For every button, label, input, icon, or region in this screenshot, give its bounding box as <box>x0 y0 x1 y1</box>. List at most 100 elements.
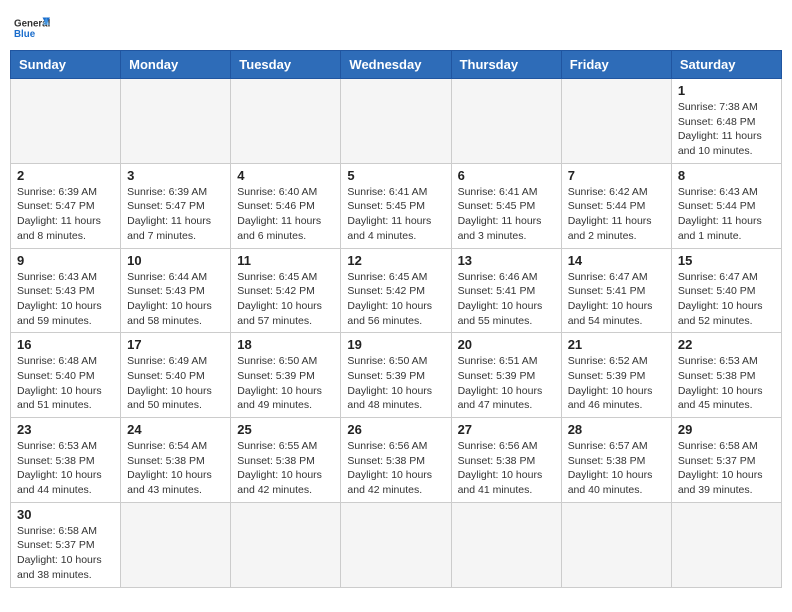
day-info: Sunrise: 6:53 AM Sunset: 5:38 PM Dayligh… <box>17 439 114 498</box>
day-info: Sunrise: 6:54 AM Sunset: 5:38 PM Dayligh… <box>127 439 224 498</box>
generalblue-logo-icon: General Blue <box>14 14 50 42</box>
day-info: Sunrise: 6:56 AM Sunset: 5:38 PM Dayligh… <box>347 439 444 498</box>
calendar-cell-9: 9 Sunrise: 6:43 AM Sunset: 5:43 PM Daylig… <box>11 248 121 333</box>
day-info: Sunrise: 6:49 AM Sunset: 5:40 PM Dayligh… <box>127 354 224 413</box>
calendar-cell-19: 19 Sunrise: 6:50 AM Sunset: 5:39 PM Dayli… <box>341 333 451 418</box>
day-info: Sunrise: 6:57 AM Sunset: 5:38 PM Dayligh… <box>568 439 665 498</box>
day-number: 23 <box>17 422 114 437</box>
day-info: Sunrise: 6:53 AM Sunset: 5:38 PM Dayligh… <box>678 354 775 413</box>
day-info: Sunrise: 6:52 AM Sunset: 5:39 PM Dayligh… <box>568 354 665 413</box>
day-number: 5 <box>347 168 444 183</box>
day-number: 6 <box>458 168 555 183</box>
calendar-cell-empty <box>561 79 671 164</box>
day-number: 27 <box>458 422 555 437</box>
calendar-cell-empty <box>451 79 561 164</box>
calendar-cell-30: 30Sunrise: 6:58 AM Sunset: 5:37 PM Dayli… <box>11 502 121 587</box>
calendar-cell-3: 3 Sunrise: 6:39 AM Sunset: 5:47 PM Daylig… <box>121 163 231 248</box>
day-number: 14 <box>568 253 665 268</box>
day-info: Sunrise: 6:51 AM Sunset: 5:39 PM Dayligh… <box>458 354 555 413</box>
calendar-cell-empty <box>561 502 671 587</box>
day-info: Sunrise: 6:41 AM Sunset: 5:45 PM Dayligh… <box>458 185 555 244</box>
calendar-cell-17: 17 Sunrise: 6:49 AM Sunset: 5:40 PM Dayli… <box>121 333 231 418</box>
day-info: Sunrise: 6:47 AM Sunset: 5:41 PM Dayligh… <box>568 270 665 329</box>
day-info: Sunrise: 6:42 AM Sunset: 5:44 PM Dayligh… <box>568 185 665 244</box>
day-number: 20 <box>458 337 555 352</box>
day-number: 1 <box>678 83 775 98</box>
day-number: 21 <box>568 337 665 352</box>
calendar-cell-4: 4 Sunrise: 6:40 AM Sunset: 5:46 PM Daylig… <box>231 163 341 248</box>
day-info: Sunrise: 6:40 AM Sunset: 5:46 PM Dayligh… <box>237 185 334 244</box>
day-info: Sunrise: 6:46 AM Sunset: 5:41 PM Dayligh… <box>458 270 555 329</box>
day-number: 9 <box>17 253 114 268</box>
calendar-cell-23: 23 Sunrise: 6:53 AM Sunset: 5:38 PM Dayli… <box>11 418 121 503</box>
calendar-cell-7: 7 Sunrise: 6:42 AM Sunset: 5:44 PM Daylig… <box>561 163 671 248</box>
day-info: Sunrise: 6:43 AM Sunset: 5:44 PM Dayligh… <box>678 185 775 244</box>
day-number: 7 <box>568 168 665 183</box>
weekday-header-friday: Friday <box>561 51 671 79</box>
logo: General Blue <box>14 14 50 42</box>
day-number: 4 <box>237 168 334 183</box>
calendar-cell-empty <box>231 502 341 587</box>
calendar-cell-29: 29Sunrise: 6:58 AM Sunset: 5:37 PM Dayli… <box>671 418 781 503</box>
day-number: 26 <box>347 422 444 437</box>
calendar-cell-empty <box>671 502 781 587</box>
day-info: Sunrise: 6:39 AM Sunset: 5:47 PM Dayligh… <box>127 185 224 244</box>
day-info: Sunrise: 6:55 AM Sunset: 5:38 PM Dayligh… <box>237 439 334 498</box>
calendar-cell-empty <box>121 79 231 164</box>
day-number: 16 <box>17 337 114 352</box>
day-number: 13 <box>458 253 555 268</box>
header: General Blue <box>10 10 782 42</box>
calendar-cell-21: 21 Sunrise: 6:52 AM Sunset: 5:39 PM Dayli… <box>561 333 671 418</box>
calendar-cell-empty <box>11 79 121 164</box>
calendar-cell-22: 22 Sunrise: 6:53 AM Sunset: 5:38 PM Dayli… <box>671 333 781 418</box>
day-info: Sunrise: 6:43 AM Sunset: 5:43 PM Dayligh… <box>17 270 114 329</box>
calendar-table: SundayMondayTuesdayWednesdayThursdayFrid… <box>10 50 782 588</box>
calendar-cell-14: 14 Sunrise: 6:47 AM Sunset: 5:41 PM Dayli… <box>561 248 671 333</box>
calendar-cell-27: 27Sunrise: 6:56 AM Sunset: 5:38 PM Dayli… <box>451 418 561 503</box>
calendar-cell-8: 8Sunrise: 6:43 AM Sunset: 5:44 PM Daylig… <box>671 163 781 248</box>
day-info: Sunrise: 6:45 AM Sunset: 5:42 PM Dayligh… <box>237 270 334 329</box>
day-info: Sunrise: 6:50 AM Sunset: 5:39 PM Dayligh… <box>237 354 334 413</box>
day-info: Sunrise: 6:58 AM Sunset: 5:37 PM Dayligh… <box>17 524 114 583</box>
calendar-cell-empty <box>341 79 451 164</box>
calendar-cell-1: 1 Sunrise: 7:38 AM Sunset: 6:48 PM Daylig… <box>671 79 781 164</box>
calendar-week-row-2: 2 Sunrise: 6:39 AM Sunset: 5:47 PM Daylig… <box>11 163 782 248</box>
day-info: Sunrise: 7:38 AM Sunset: 6:48 PM Dayligh… <box>678 100 775 159</box>
day-number: 25 <box>237 422 334 437</box>
calendar-cell-18: 18Sunrise: 6:50 AM Sunset: 5:39 PM Dayli… <box>231 333 341 418</box>
day-info: Sunrise: 6:39 AM Sunset: 5:47 PM Dayligh… <box>17 185 114 244</box>
calendar-cell-2: 2 Sunrise: 6:39 AM Sunset: 5:47 PM Daylig… <box>11 163 121 248</box>
weekday-header-sunday: Sunday <box>11 51 121 79</box>
calendar-cell-20: 20 Sunrise: 6:51 AM Sunset: 5:39 PM Dayli… <box>451 333 561 418</box>
calendar-cell-11: 11Sunrise: 6:45 AM Sunset: 5:42 PM Dayli… <box>231 248 341 333</box>
weekday-header-thursday: Thursday <box>451 51 561 79</box>
calendar-week-row-1: 1 Sunrise: 7:38 AM Sunset: 6:48 PM Daylig… <box>11 79 782 164</box>
day-info: Sunrise: 6:45 AM Sunset: 5:42 PM Dayligh… <box>347 270 444 329</box>
weekday-header-row: SundayMondayTuesdayWednesdayThursdayFrid… <box>11 51 782 79</box>
calendar-cell-12: 12Sunrise: 6:45 AM Sunset: 5:42 PM Dayli… <box>341 248 451 333</box>
day-number: 22 <box>678 337 775 352</box>
calendar-week-row-4: 16 Sunrise: 6:48 AM Sunset: 5:40 PM Dayli… <box>11 333 782 418</box>
day-number: 28 <box>568 422 665 437</box>
calendar-cell-26: 26 Sunrise: 6:56 AM Sunset: 5:38 PM Dayli… <box>341 418 451 503</box>
weekday-header-wednesday: Wednesday <box>341 51 451 79</box>
day-number: 17 <box>127 337 224 352</box>
day-number: 10 <box>127 253 224 268</box>
day-number: 3 <box>127 168 224 183</box>
day-number: 19 <box>347 337 444 352</box>
day-info: Sunrise: 6:50 AM Sunset: 5:39 PM Dayligh… <box>347 354 444 413</box>
day-info: Sunrise: 6:48 AM Sunset: 5:40 PM Dayligh… <box>17 354 114 413</box>
day-info: Sunrise: 6:47 AM Sunset: 5:40 PM Dayligh… <box>678 270 775 329</box>
calendar-cell-empty <box>341 502 451 587</box>
calendar-week-row-5: 23 Sunrise: 6:53 AM Sunset: 5:38 PM Dayli… <box>11 418 782 503</box>
calendar-cell-25: 25 Sunrise: 6:55 AM Sunset: 5:38 PM Dayli… <box>231 418 341 503</box>
day-number: 15 <box>678 253 775 268</box>
day-info: Sunrise: 6:58 AM Sunset: 5:37 PM Dayligh… <box>678 439 775 498</box>
calendar-cell-empty <box>121 502 231 587</box>
day-number: 2 <box>17 168 114 183</box>
calendar-cell-16: 16 Sunrise: 6:48 AM Sunset: 5:40 PM Dayli… <box>11 333 121 418</box>
calendar-cell-28: 28 Sunrise: 6:57 AM Sunset: 5:38 PM Dayli… <box>561 418 671 503</box>
svg-text:Blue: Blue <box>14 29 36 40</box>
calendar-cell-10: 10Sunrise: 6:44 AM Sunset: 5:43 PM Dayli… <box>121 248 231 333</box>
calendar-cell-13: 13 Sunrise: 6:46 AM Sunset: 5:41 PM Dayli… <box>451 248 561 333</box>
